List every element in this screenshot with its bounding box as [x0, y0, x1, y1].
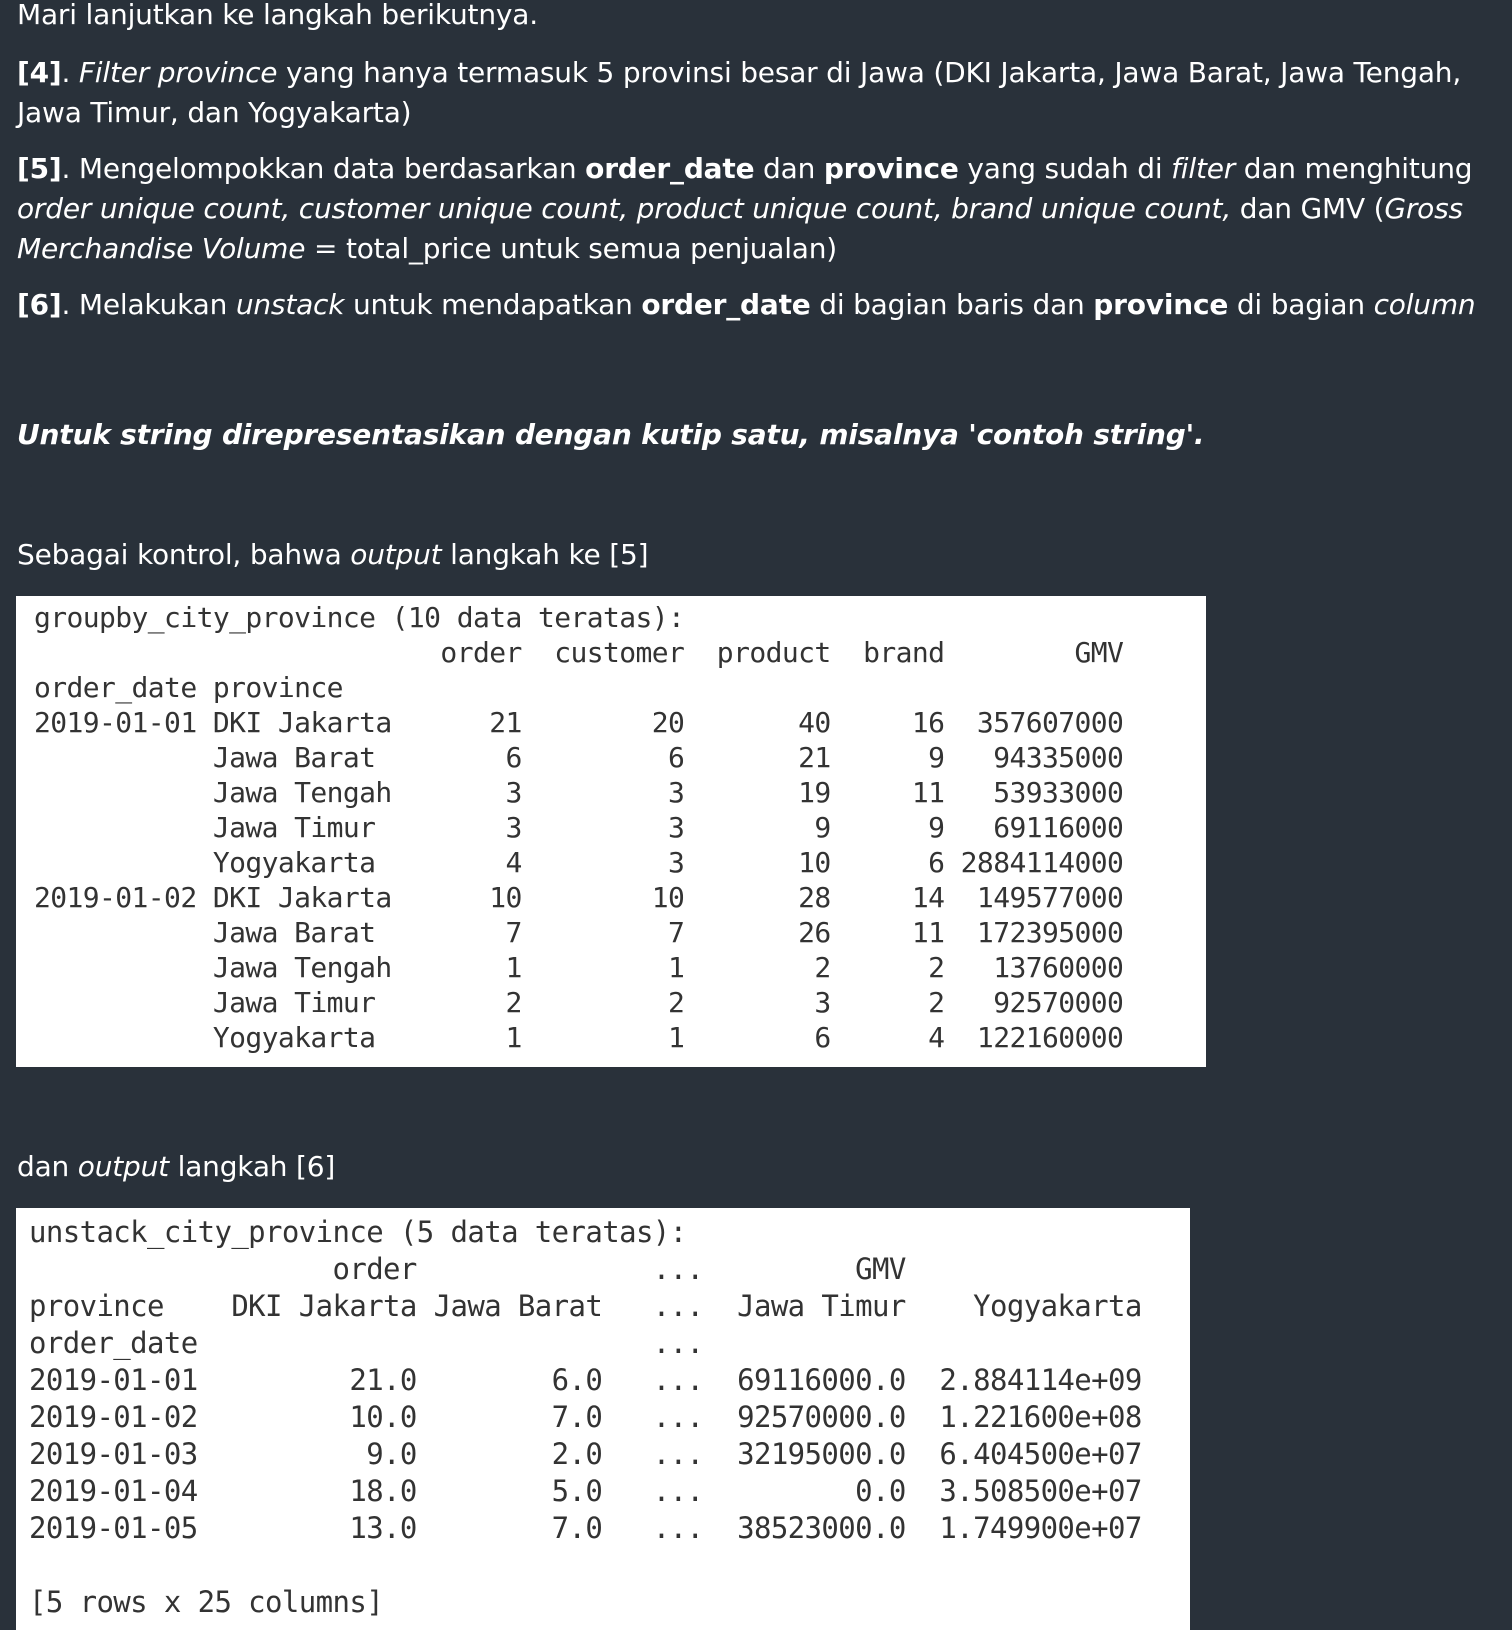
step-6-italic: column	[1373, 288, 1476, 321]
step-6-part: . Melakukan	[61, 288, 236, 321]
control-5-part: langkah ke [5]	[441, 538, 649, 571]
step-4-number: [4]	[17, 56, 62, 89]
intro-text: Mari lanjutkan ke langkah berikutnya.	[17, 0, 538, 31]
step-6-number: [6]	[17, 288, 62, 321]
output-step-5: groupby_city_province (10 data teratas):…	[16, 596, 1206, 1067]
step-5-italic: filter	[1171, 152, 1236, 185]
step-6-part: untuk mendapatkan	[344, 288, 642, 321]
control-6-part: langkah [6]	[168, 1150, 336, 1183]
step-5-part: = total_price untuk semua penjualan)	[305, 232, 838, 265]
string-note: Untuk string direpresentasikan dengan ku…	[17, 418, 1205, 451]
step-5-part: yang sudah di	[958, 152, 1172, 185]
step-6-text: [6]. Melakukan unstack untuk mendapatkan…	[17, 285, 1497, 325]
step-4-text: [4]. Filter province yang hanya termasuk…	[17, 53, 1497, 133]
step-6-part: di bagian baris dan	[810, 288, 1094, 321]
step-5-number: [5]	[17, 152, 62, 185]
step-5-bold: province	[823, 152, 959, 185]
step-5-part: dan GMV (	[1231, 192, 1385, 225]
step-6-bold: order_date	[641, 288, 811, 321]
output-step-5-text: groupby_city_province (10 data teratas):…	[34, 601, 1124, 1054]
output-step-6-text: unstack_city_province (5 data teratas): …	[29, 1215, 1142, 1619]
step-5-part: dan menghitung	[1235, 152, 1473, 185]
step-5-bold: order_date	[585, 152, 755, 185]
step-6-italic: unstack	[235, 288, 345, 321]
step-4-italic: Filter province	[78, 56, 278, 89]
output-step-6: unstack_city_province (5 data teratas): …	[16, 1208, 1190, 1630]
step-6-bold: province	[1093, 288, 1229, 321]
control-step-5-label: Sebagai kontrol, bahwa output langkah ke…	[17, 535, 1497, 575]
control-6-italic: output	[77, 1150, 169, 1183]
control-5-italic: output	[350, 538, 442, 571]
step-5-text: [5]. Mengelompokkan data berdasarkan ord…	[17, 149, 1497, 269]
step-5-part: . Mengelompokkan data berdasarkan	[61, 152, 586, 185]
step-5-part: dan	[754, 152, 824, 185]
step-5-italic: order unique count, customer unique coun…	[17, 192, 1232, 225]
step-4-part: .	[61, 56, 79, 89]
control-step-6-label: dan output langkah [6]	[17, 1147, 1497, 1187]
step-6-part: di bagian	[1228, 288, 1374, 321]
control-6-part: dan	[17, 1150, 78, 1183]
control-5-part: Sebagai kontrol, bahwa	[17, 538, 351, 571]
